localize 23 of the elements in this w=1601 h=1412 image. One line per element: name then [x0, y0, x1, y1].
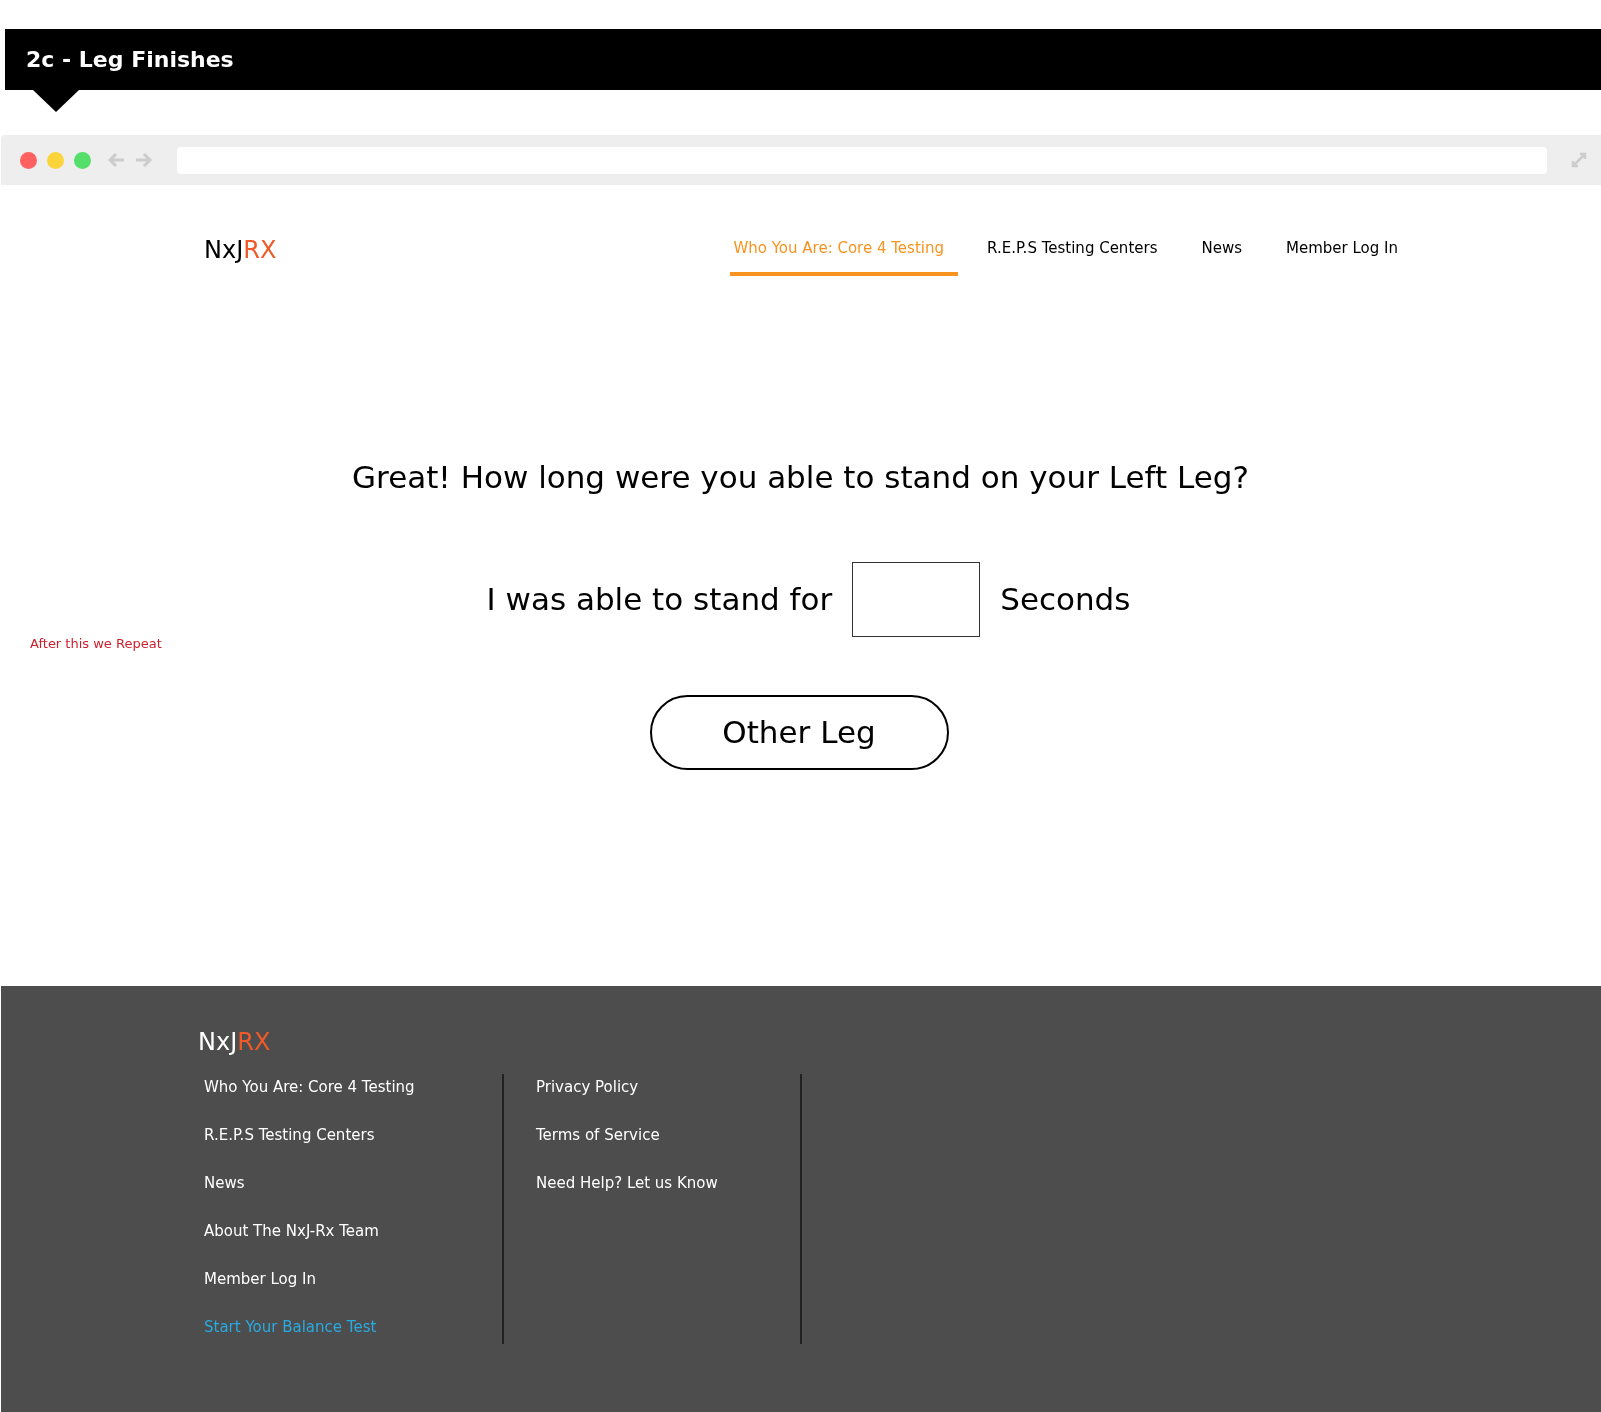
footer-link[interactable]: Privacy Policy [536, 1076, 800, 1098]
footer-link[interactable]: Need Help? Let us Know [536, 1172, 800, 1194]
logo[interactable]: NxJRX [204, 237, 277, 276]
footer-link[interactable]: Member Log In [204, 1268, 502, 1290]
footer-link[interactable]: About The NxJ-Rx Team [204, 1220, 502, 1242]
answer-prefix: I was able to stand for [486, 580, 833, 620]
seconds-input-field[interactable] [852, 562, 981, 637]
forward-arrow-icon[interactable] [135, 152, 153, 168]
other-leg-button[interactable]: Other Leg [649, 695, 949, 770]
footer-link[interactable]: News [204, 1172, 502, 1194]
banner-title: 2c - Leg Finishes [26, 46, 234, 74]
back-arrow-icon[interactable] [107, 152, 125, 168]
question-heading: Great! How long were you able to stand on your Left Leg? [351, 457, 1250, 497]
footer-logo[interactable]: NxJRX [198, 1030, 1601, 1054]
nav-link[interactable]: R.E.P.S Testing Centers [984, 237, 1161, 276]
footer-link[interactable]: R.E.P.S Testing Centers [204, 1124, 502, 1146]
footer-link[interactable]: Terms of Service [536, 1124, 800, 1146]
nav-link[interactable]: News [1198, 237, 1246, 276]
answer-suffix: Seconds [1000, 580, 1131, 620]
nav-link[interactable]: Member Log In [1283, 237, 1401, 276]
footer-link[interactable]: Who You Are: Core 4 Testing [204, 1076, 502, 1098]
annotation-note: After this we Repeat [30, 635, 162, 653]
expand-icon[interactable] [1571, 152, 1587, 168]
